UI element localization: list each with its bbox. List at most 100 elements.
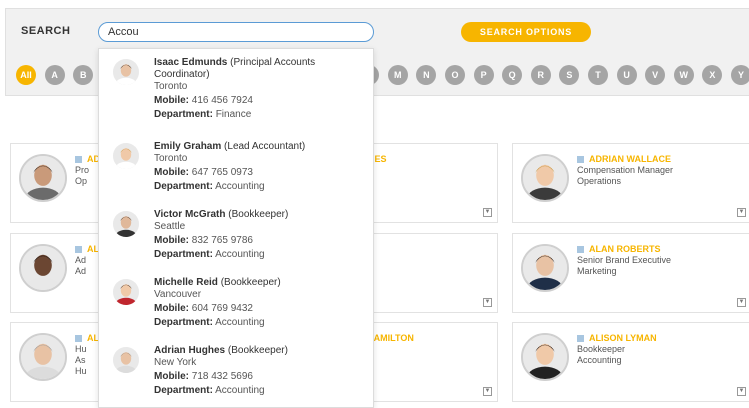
letter-filter-b[interactable]: B bbox=[73, 65, 94, 85]
letter-filter-r[interactable]: R bbox=[530, 65, 551, 85]
suggestion-title: (Bookkeeper) bbox=[227, 345, 288, 356]
suggestion-department: Department: Finance bbox=[154, 109, 366, 121]
suggestion-text: Emily Graham (Lead Accountant) Toronto Mob… bbox=[154, 141, 366, 193]
suggestion-name-line: Isaac Edmunds (Principal Accounts Coordi… bbox=[154, 57, 366, 81]
suggestion-item[interactable]: Emily Graham (Lead Accountant) Toronto Mob… bbox=[99, 141, 373, 207]
letter-filter-y[interactable]: Y bbox=[731, 65, 749, 85]
expand-icon[interactable]: ▼ bbox=[737, 208, 746, 217]
expand-icon[interactable]: ▼ bbox=[483, 298, 492, 307]
suggestion-text: Michelle Reid (Bookkeeper) Vancouver Mobil… bbox=[154, 277, 366, 329]
letter-filter-q[interactable]: Q bbox=[502, 65, 523, 85]
mobile-value: 718 432 5696 bbox=[191, 371, 253, 382]
suggestion-department: Department: Accounting bbox=[154, 181, 366, 193]
avatar bbox=[19, 154, 67, 202]
suggestion-mobile: Mobile: 832 765 9786 bbox=[154, 235, 366, 247]
suggestion-avatar bbox=[113, 143, 139, 169]
suggestion-city: Vancouver bbox=[154, 289, 202, 300]
card-name[interactable]: ADRIAN WALLACE bbox=[577, 154, 745, 165]
employee-card[interactable]: ALISON LYMAN Bookkeeper Accounting ▼ bbox=[512, 322, 749, 402]
mobile-value: 416 456 7924 bbox=[191, 95, 253, 106]
suggestion-name: Michelle Reid bbox=[154, 277, 218, 288]
suggestion-name-line: Victor McGrath (Bookkeeper) bbox=[154, 209, 366, 221]
search-input[interactable] bbox=[98, 22, 374, 42]
search-label: SEARCH bbox=[21, 25, 71, 37]
suggestion-mobile: Mobile: 647 765 0973 bbox=[154, 167, 366, 179]
search-options-button[interactable]: SEARCH OPTIONS bbox=[461, 22, 591, 42]
card-detail: Bookkeeper bbox=[577, 344, 626, 354]
suggestion-city: New York bbox=[154, 357, 197, 368]
card-name[interactable]: ALAN ROBERTS bbox=[577, 244, 745, 255]
suggestion-text: Victor McGrath (Bookkeeper) Seattle Mobile… bbox=[154, 209, 366, 261]
suggestion-city: Seattle bbox=[154, 221, 186, 232]
letter-filter-all[interactable]: All bbox=[16, 65, 36, 85]
suggestion-title: (Bookkeeper) bbox=[220, 277, 281, 288]
expand-icon[interactable]: ▼ bbox=[483, 208, 492, 217]
suggestion-name: Emily Graham bbox=[154, 141, 222, 152]
card-name[interactable]: ALISON LYMAN bbox=[577, 333, 745, 344]
expand-icon[interactable]: ▼ bbox=[737, 387, 746, 396]
card-detail: Compensation Manager bbox=[577, 165, 674, 175]
suggestion-name-line: Emily Graham (Lead Accountant) bbox=[154, 141, 366, 153]
card-detail: Marketing bbox=[577, 266, 617, 276]
employee-card[interactable]: ADRIAN WALLACE Compensation Manager Operat… bbox=[512, 143, 749, 223]
suggestion-item[interactable]: Adrian Hughes (Bookkeeper) New York Mobile… bbox=[99, 345, 373, 407]
suggestion-name-line: Adrian Hughes (Bookkeeper) bbox=[154, 345, 366, 357]
letter-filter-x[interactable]: X bbox=[702, 65, 723, 85]
square-icon bbox=[577, 335, 584, 342]
card-detail: Accounting bbox=[577, 355, 622, 365]
card-detail: Operations bbox=[577, 176, 622, 186]
letter-filter-a[interactable]: A bbox=[44, 65, 65, 85]
suggestion-name: Adrian Hughes bbox=[154, 345, 226, 356]
suggestion-mobile: Mobile: 604 769 9432 bbox=[154, 303, 366, 315]
letter-filter-o[interactable]: O bbox=[445, 65, 465, 85]
suggestion-city: Toronto bbox=[154, 81, 188, 92]
mobile-label: Mobile: bbox=[154, 95, 189, 106]
letter-filter-v[interactable]: V bbox=[645, 65, 666, 85]
suggestion-item[interactable]: Victor McGrath (Bookkeeper) Seattle Mobile… bbox=[99, 209, 373, 275]
suggestion-avatar bbox=[113, 59, 139, 85]
card-info: ALISON LYMAN Bookkeeper Accounting bbox=[577, 333, 745, 366]
mobile-label: Mobile: bbox=[154, 371, 189, 382]
letter-filter-s[interactable]: S bbox=[559, 65, 580, 85]
letter-filter-m[interactable]: M bbox=[387, 65, 408, 85]
autocomplete-dropdown: Isaac Edmunds (Principal Accounts Coordi… bbox=[98, 48, 374, 408]
square-icon bbox=[577, 246, 584, 253]
card-name-text: ADRIAN WALLACE bbox=[589, 154, 671, 164]
suggestion-name-line: Michelle Reid (Bookkeeper) bbox=[154, 277, 366, 289]
suggestion-city: Toronto bbox=[154, 153, 188, 164]
expand-icon[interactable]: ▼ bbox=[483, 387, 492, 396]
card-name-text: ALAN ROBERTS bbox=[589, 244, 661, 254]
letter-filter-u[interactable]: U bbox=[616, 65, 637, 85]
square-icon bbox=[75, 335, 82, 342]
suggestion-avatar bbox=[113, 347, 139, 373]
suggestion-item[interactable]: Isaac Edmunds (Principal Accounts Coordi… bbox=[99, 57, 373, 137]
mobile-label: Mobile: bbox=[154, 235, 189, 246]
letter-filter-w[interactable]: W bbox=[673, 65, 694, 85]
suggestion-name: Victor McGrath bbox=[154, 209, 226, 220]
suggestion-item[interactable]: Michelle Reid (Bookkeeper) Vancouver Mobil… bbox=[99, 277, 373, 343]
avatar bbox=[521, 333, 569, 381]
avatar bbox=[19, 333, 67, 381]
letter-filter-t[interactable]: T bbox=[588, 65, 608, 85]
expand-icon[interactable]: ▼ bbox=[737, 298, 746, 307]
mobile-label: Mobile: bbox=[154, 303, 189, 314]
suggestion-title: (Lead Accountant) bbox=[224, 141, 306, 152]
suggestion-mobile: Mobile: 718 432 5696 bbox=[154, 371, 366, 383]
card-name-text: ALISON LYMAN bbox=[589, 333, 657, 343]
card-info: ADRIAN WALLACE Compensation Manager Operat… bbox=[577, 154, 745, 187]
employee-card[interactable]: ALAN ROBERTS Senior Brand Executive Market… bbox=[512, 233, 749, 313]
suggestion-title: (Bookkeeper) bbox=[228, 209, 289, 220]
mobile-label: Mobile: bbox=[154, 167, 189, 178]
square-icon bbox=[577, 156, 584, 163]
department-value: Finance bbox=[215, 109, 252, 120]
suggestion-mobile: Mobile: 416 456 7924 bbox=[154, 95, 366, 107]
letter-filter-p[interactable]: P bbox=[473, 65, 494, 85]
department-label: Department: bbox=[154, 109, 213, 120]
suggestion-avatar bbox=[113, 211, 139, 237]
square-icon bbox=[75, 246, 82, 253]
letter-filter-n[interactable]: N bbox=[416, 65, 437, 85]
suggestion-text: Isaac Edmunds (Principal Accounts Coordi… bbox=[154, 57, 366, 121]
department-value: Accounting bbox=[215, 181, 265, 192]
suggestion-avatar bbox=[113, 279, 139, 305]
department-label: Department: bbox=[154, 181, 213, 192]
